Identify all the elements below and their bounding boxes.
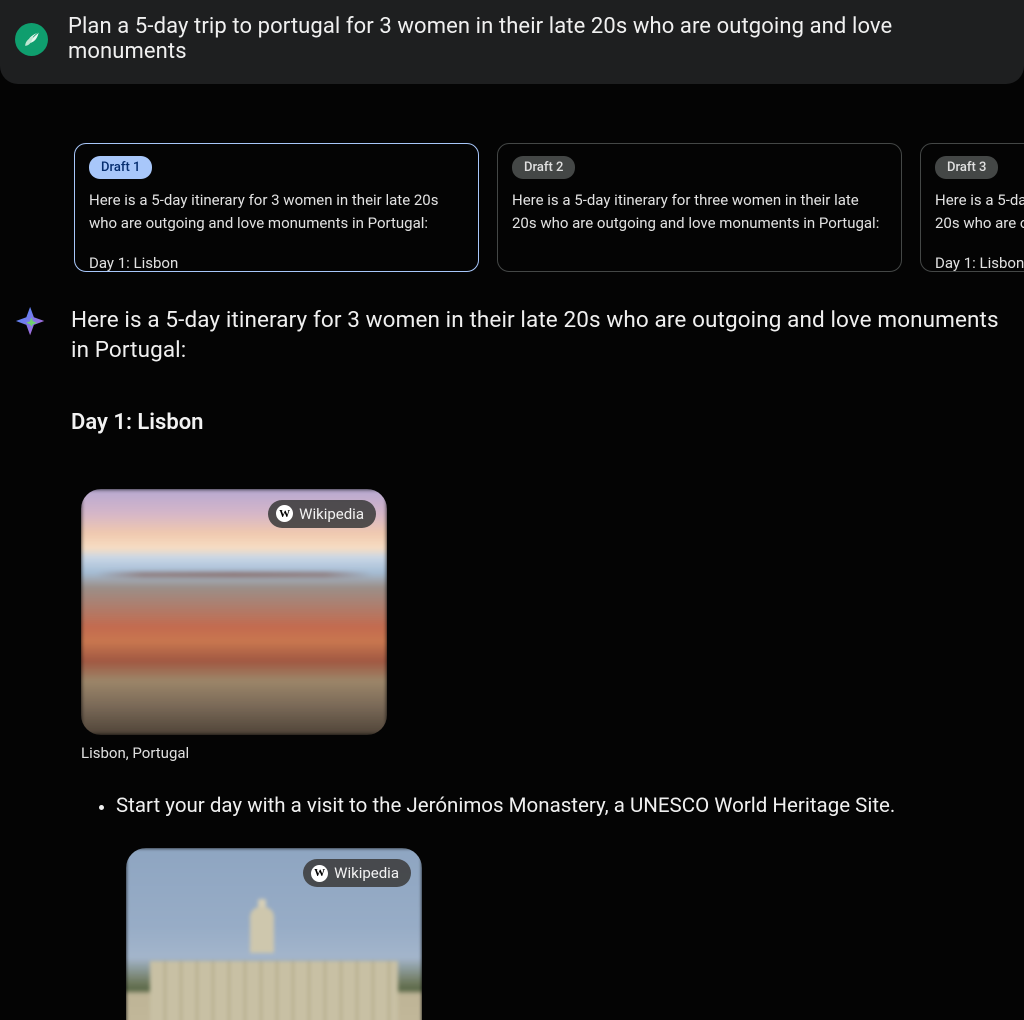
draft-card-3[interactable]: Draft 3 Here is a 5-day itinerary for th… bbox=[920, 143, 1024, 272]
prompt-text: Plan a 5-day trip to portugal for 3 wome… bbox=[68, 14, 1009, 64]
draft-preview: Here is a 5-day itinerary for three wome… bbox=[512, 189, 887, 234]
response-body: Here is a 5-day itinerary for 3 women in… bbox=[71, 305, 1024, 1020]
image-monastery[interactable]: W Wikipedia bbox=[126, 848, 422, 1020]
day-1-heading: Day 1: Lisbon bbox=[71, 410, 1018, 435]
draft-preview: Here is a 5-day itinerary for three wome… bbox=[935, 189, 1024, 272]
header-bar: Plan a 5-day trip to portugal for 3 wome… bbox=[0, 0, 1024, 84]
wikipedia-icon: W bbox=[276, 505, 293, 522]
source-chip[interactable]: W Wikipedia bbox=[303, 859, 411, 887]
avatar-leaf-icon bbox=[21, 28, 43, 50]
source-label: Wikipedia bbox=[299, 505, 364, 523]
draft-badge: Draft 1 bbox=[89, 156, 152, 179]
draft-preview-text: Here is a 5-day itinerary for 3 women in… bbox=[89, 191, 438, 232]
draft-card-1[interactable]: Draft 1 Here is a 5-day itinerary for 3 … bbox=[74, 143, 479, 272]
draft-preview: Here is a 5-day itinerary for 3 women in… bbox=[89, 189, 464, 272]
wikipedia-icon: W bbox=[311, 865, 328, 882]
drafts-row: Draft 1 Here is a 5-day itinerary for 3 … bbox=[0, 84, 1024, 272]
image-lisbon[interactable]: W Wikipedia bbox=[81, 489, 387, 735]
draft-peek-text: Day 1: Lisbon bbox=[935, 252, 1024, 272]
user-avatar bbox=[15, 23, 48, 56]
day-1-bullets: Start your day with a visit to the Jerón… bbox=[71, 792, 1018, 821]
response-area: Here is a 5-day itinerary for 3 women in… bbox=[0, 272, 1024, 1020]
response-intro: Here is a 5-day itinerary for 3 women in… bbox=[71, 305, 1018, 366]
image-caption: Lisbon, Portugal bbox=[81, 744, 1018, 762]
draft-badge: Draft 2 bbox=[512, 156, 575, 179]
sparkle-icon bbox=[15, 305, 49, 339]
image-block-lisbon: W Wikipedia Lisbon, Portugal bbox=[81, 489, 1018, 762]
source-label: Wikipedia bbox=[334, 864, 399, 882]
bullet-item: Start your day with a visit to the Jerón… bbox=[116, 792, 1018, 821]
draft-preview-text: Here is a 5-day itinerary for three wome… bbox=[512, 191, 879, 232]
image-block-monastery: W Wikipedia bbox=[126, 848, 1018, 1020]
source-chip[interactable]: W Wikipedia bbox=[268, 500, 376, 528]
draft-peek-text: Day 1: Lisbon bbox=[89, 252, 464, 272]
draft-preview-text: Here is a 5-day itinerary for three wome… bbox=[935, 191, 1024, 232]
draft-badge: Draft 3 bbox=[935, 156, 998, 179]
draft-card-2[interactable]: Draft 2 Here is a 5-day itinerary for th… bbox=[497, 143, 902, 272]
